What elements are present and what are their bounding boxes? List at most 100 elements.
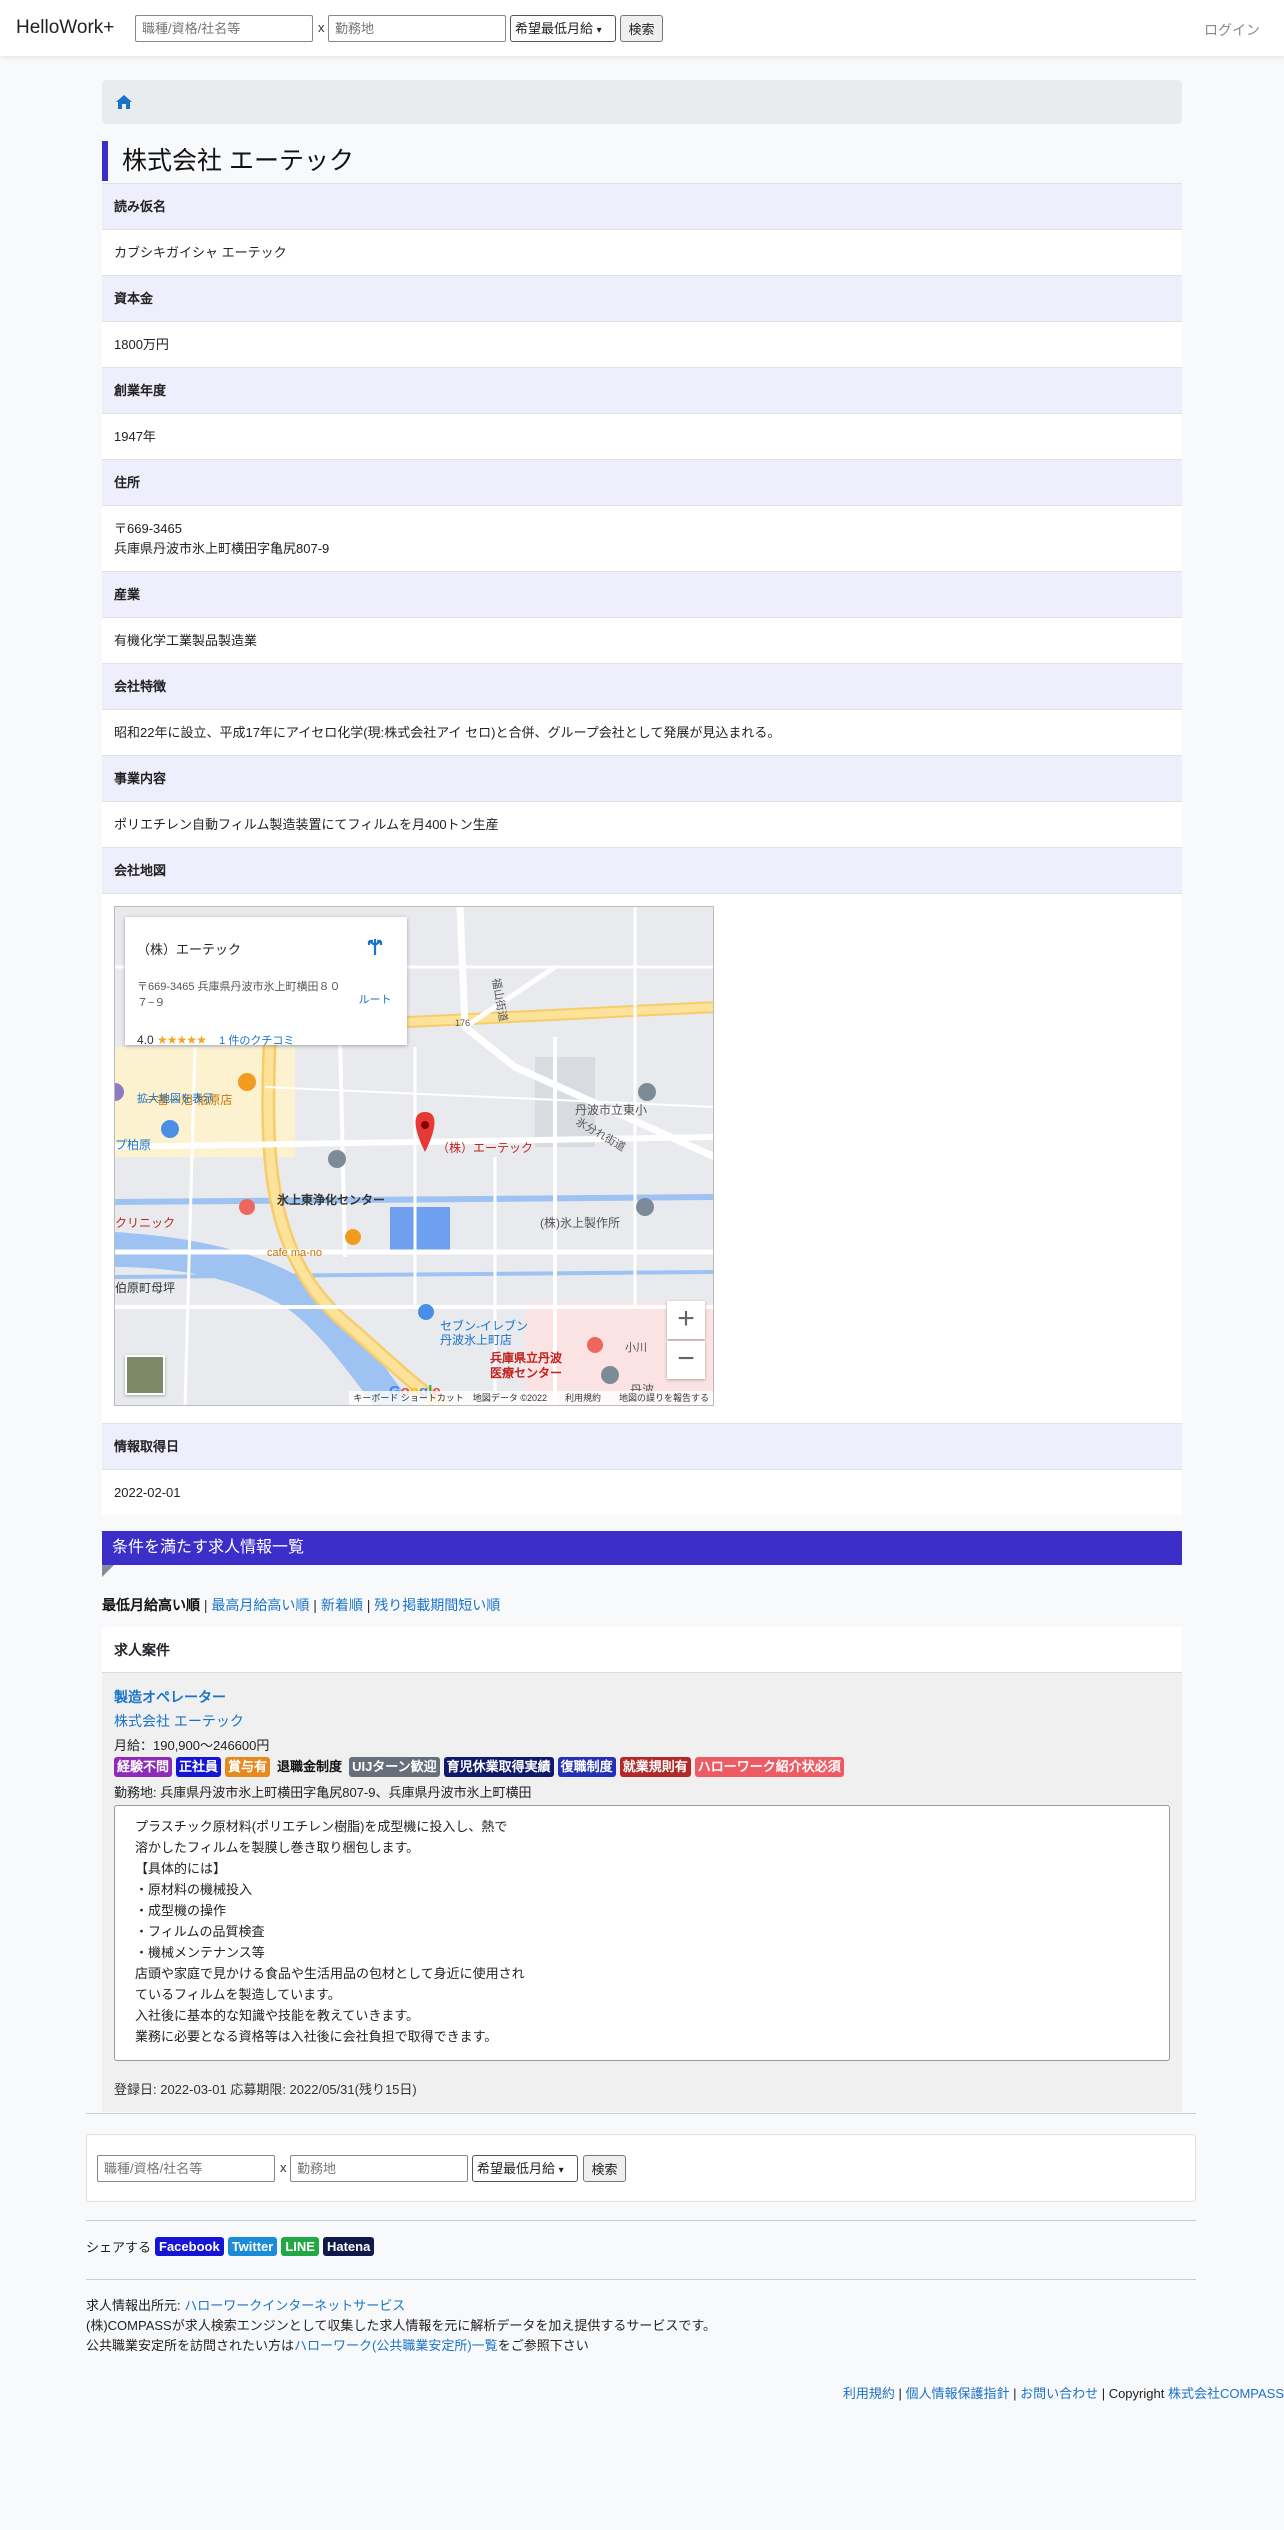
compass-link[interactable]: 株式会社COMPASS xyxy=(1168,2386,1284,2401)
value-industry: 有機化学工業製品製造業 xyxy=(102,617,1182,663)
divider xyxy=(86,2220,1196,2221)
zoom-out-button[interactable]: − xyxy=(667,1341,705,1379)
sort-active: 最低月給高い順 xyxy=(102,1597,200,1613)
job-badges: 経験不問 正社員 賞与有 退職金制度 UIJターン歓迎 育児休業取得実績 復職制度 就業規則有… xyxy=(114,1757,1170,1777)
company-map[interactable]: （株）エーテック 丹波市立東小 氷上東浄化センター (株)氷上製作所 cafe … xyxy=(114,906,714,1406)
jobs-heading-text: 条件を満たす求人情報一覧 xyxy=(112,1539,305,1556)
map-label-cafe: cafe ma-no xyxy=(267,1247,323,1259)
satellite-toggle[interactable] xyxy=(125,1355,165,1395)
map-label-aitec: （株）エーテック xyxy=(437,1141,534,1155)
bottom-location-input[interactable] xyxy=(290,2155,468,2182)
map-info-card: （株）エーテック 〒669-3465 兵庫県丹波市氷上町横田８０７−９ 4.0 … xyxy=(125,917,407,1105)
login-link[interactable]: ログイン xyxy=(1204,20,1260,40)
map-footer[interactable]: キーボード ショートカット 地図データ ©2022 利用規約 地図の誤りを報告す… xyxy=(349,1391,713,1405)
bottom-search-box: x 希望最低月給 ▾ 検索 xyxy=(86,2134,1196,2202)
footer-office-pre: 公共職業安定所を訪問されたい方は xyxy=(86,2338,295,2353)
bottom-salary-select-value: 希望最低月給 xyxy=(477,2161,556,2176)
directions-icon xyxy=(367,939,383,955)
job-badge: 正社員 xyxy=(176,1757,222,1777)
share-bar: シェアする Facebook Twitter LINE Hatena xyxy=(86,2237,375,2256)
job-description: プラスチック原材料(ポリエチレン樹脂)を成型機に投入し、熱で 溶かしたフィルムを… xyxy=(114,1805,1170,2061)
map-label-hospital-2: 医療センター xyxy=(490,1366,563,1380)
contact-link[interactable]: お問い合わせ xyxy=(1020,2386,1098,2401)
map-label-clinic: クリニック xyxy=(115,1216,176,1230)
job-badge: 育児休業取得実績 xyxy=(443,1757,554,1777)
value-business: ポリエチレン自動フィルム製造装置にてフィルムを月400トン生産 xyxy=(102,801,1182,847)
heading-tail xyxy=(102,1565,114,1577)
job-location: 勤務地: 兵庫県丹波市氷上町横田字亀尻807-9、兵庫県丹波市氷上町横田 xyxy=(114,1785,532,1800)
job-badge: 復職制度 xyxy=(557,1757,616,1777)
footer-office: 公共職業安定所を訪問されたい方はハローワーク(公共職業安定所)一覧をご参照下さい xyxy=(86,2336,716,2356)
directions-button[interactable]: ルート xyxy=(357,931,393,1023)
footer-source: 求人情報出所元: ハローワークインターネットサービス xyxy=(86,2296,716,2316)
sort-options: 最低月給高い順 | 最高月給高い順 | 新着順 | 残り掲載期間短い順 xyxy=(102,1595,1182,1615)
search-separator: x xyxy=(318,20,325,35)
share-line-button[interactable]: LINE xyxy=(281,2237,319,2256)
company-info-table: 読み仮名 カブシキガイシャ エーテック 資本金 1800万円 創業年度 1947… xyxy=(102,183,1182,1515)
footer-description: (株)COMPASSが求人検索エンジンとして収集した求人情報を元に解析データを加… xyxy=(86,2318,717,2333)
copyright-text: Copyright xyxy=(1108,2386,1168,2401)
search-input[interactable] xyxy=(135,15,313,42)
divider xyxy=(86,2279,1196,2280)
expand-map-link[interactable]: 拡大地図を表示 xyxy=(137,1076,395,1122)
job-list: 求人案件 製造オペレーター 株式会社 エーテック 月給：190,900〜2466… xyxy=(102,1627,1182,2112)
bottom-search-separator: x xyxy=(280,2160,287,2175)
zoom-in-button[interactable]: + xyxy=(667,1301,705,1339)
value-info-date: 2022-02-01 xyxy=(102,1469,1182,1515)
location-input[interactable] xyxy=(328,15,506,42)
postal-code: 〒669-3465 xyxy=(114,521,182,536)
share-hatena-button[interactable]: Hatena xyxy=(322,2237,375,2256)
sort-newest[interactable]: 新着順 xyxy=(321,1597,363,1613)
bottom-salary-select[interactable]: 希望最低月給 ▾ xyxy=(472,2155,578,2182)
map-card-address: 〒669-3465 兵庫県丹波市氷上町横田８０７−９ xyxy=(137,981,341,1009)
hellowork-link[interactable]: ハローワークインターネットサービス xyxy=(184,2298,405,2313)
job-badge: 退職金制度 xyxy=(274,1757,346,1777)
label-features: 会社特徴 xyxy=(102,663,1182,709)
label-capital: 資本金 xyxy=(102,275,1182,321)
job-badge: 賞与有 xyxy=(225,1757,271,1777)
share-twitter-button[interactable]: Twitter xyxy=(227,2237,278,2256)
breadcrumb xyxy=(102,80,1182,124)
reviews-link[interactable]: 1 件のクチコミ xyxy=(219,1035,294,1047)
search-button[interactable]: 検索 xyxy=(620,15,663,42)
chevron-down-icon: ▾ xyxy=(558,2165,564,2176)
page-title: 株式会社 エーテック xyxy=(102,141,1182,181)
footer-source-label: 求人情報出所元: xyxy=(86,2298,185,2313)
footer-links: 利用規約 | 個人情報保護指針 | お問い合わせ | Copyright 株式会… xyxy=(842,2386,1284,2401)
star-rating-icon: ★★★★★ xyxy=(157,1033,207,1047)
sort-separator: | xyxy=(362,1597,375,1613)
job-item: 製造オペレーター 株式会社 エーテック 月給：190,900〜246600円 経… xyxy=(102,1673,1182,2112)
salary-select[interactable]: 希望最低月給 ▾ xyxy=(510,15,616,42)
sort-max-salary[interactable]: 最高月給高い順 xyxy=(211,1597,309,1613)
brand-logo[interactable]: HelloWork+ xyxy=(16,17,114,39)
terms-link[interactable]: 利用規約 xyxy=(843,2386,895,2401)
map-row: （株）エーテック 丹波市立東小 氷上東浄化センター (株)氷上製作所 cafe … xyxy=(102,893,1182,1423)
value-address: 〒669-3465 兵庫県丹波市氷上町横田字亀尻807-9 xyxy=(102,505,1182,571)
bottom-search-button[interactable]: 検索 xyxy=(583,2155,626,2182)
job-dates: 登録日: 2022-03-01 応募期限: 2022/05/31(残り15日) xyxy=(114,2082,417,2097)
footer-info: 求人情報出所元: ハローワークインターネットサービス (株)COMPASSが求人… xyxy=(86,2296,716,2356)
rating-value: 4.0 xyxy=(137,1033,154,1047)
map-label-hikami-seisakusho: (株)氷上製作所 xyxy=(540,1216,620,1230)
sort-remaining[interactable]: 残り掲載期間短い順 xyxy=(374,1597,500,1613)
office-list-link[interactable]: ハローワーク(公共職業安定所)一覧 xyxy=(294,2338,498,2353)
value-capital: 1800万円 xyxy=(102,321,1182,367)
directions-label: ルート xyxy=(358,994,392,1006)
sort-separator: | xyxy=(200,1597,212,1613)
map-label-fukuyama-road: 福山街道 xyxy=(489,977,509,1023)
job-badge: UIJターン歓迎 xyxy=(349,1757,440,1777)
bottom-search-input[interactable] xyxy=(97,2155,275,2182)
map-label-kaibara: プ柏原 xyxy=(115,1138,152,1152)
map-label-ogawa: 小川 xyxy=(625,1342,647,1354)
job-title-link[interactable]: 製造オペレーター xyxy=(114,1687,1170,1707)
map-label-route-176: 176 xyxy=(455,1018,471,1028)
home-icon[interactable] xyxy=(116,95,132,109)
label-address: 住所 xyxy=(102,459,1182,505)
value-features: 昭和22年に設立、平成17年にアイセロ化学(現:株式会社アイ セロ)と合併、グル… xyxy=(102,709,1182,755)
share-facebook-button[interactable]: Facebook xyxy=(155,2237,224,2256)
job-company-link[interactable]: 株式会社 エーテック xyxy=(114,1711,1170,1731)
privacy-link[interactable]: 個人情報保護指針 xyxy=(905,2386,1009,2401)
jobs-heading: 条件を満たす求人情報一覧 xyxy=(102,1531,1182,1577)
share-label: シェアする xyxy=(86,2240,152,2255)
label-kana: 読み仮名 xyxy=(102,183,1182,229)
